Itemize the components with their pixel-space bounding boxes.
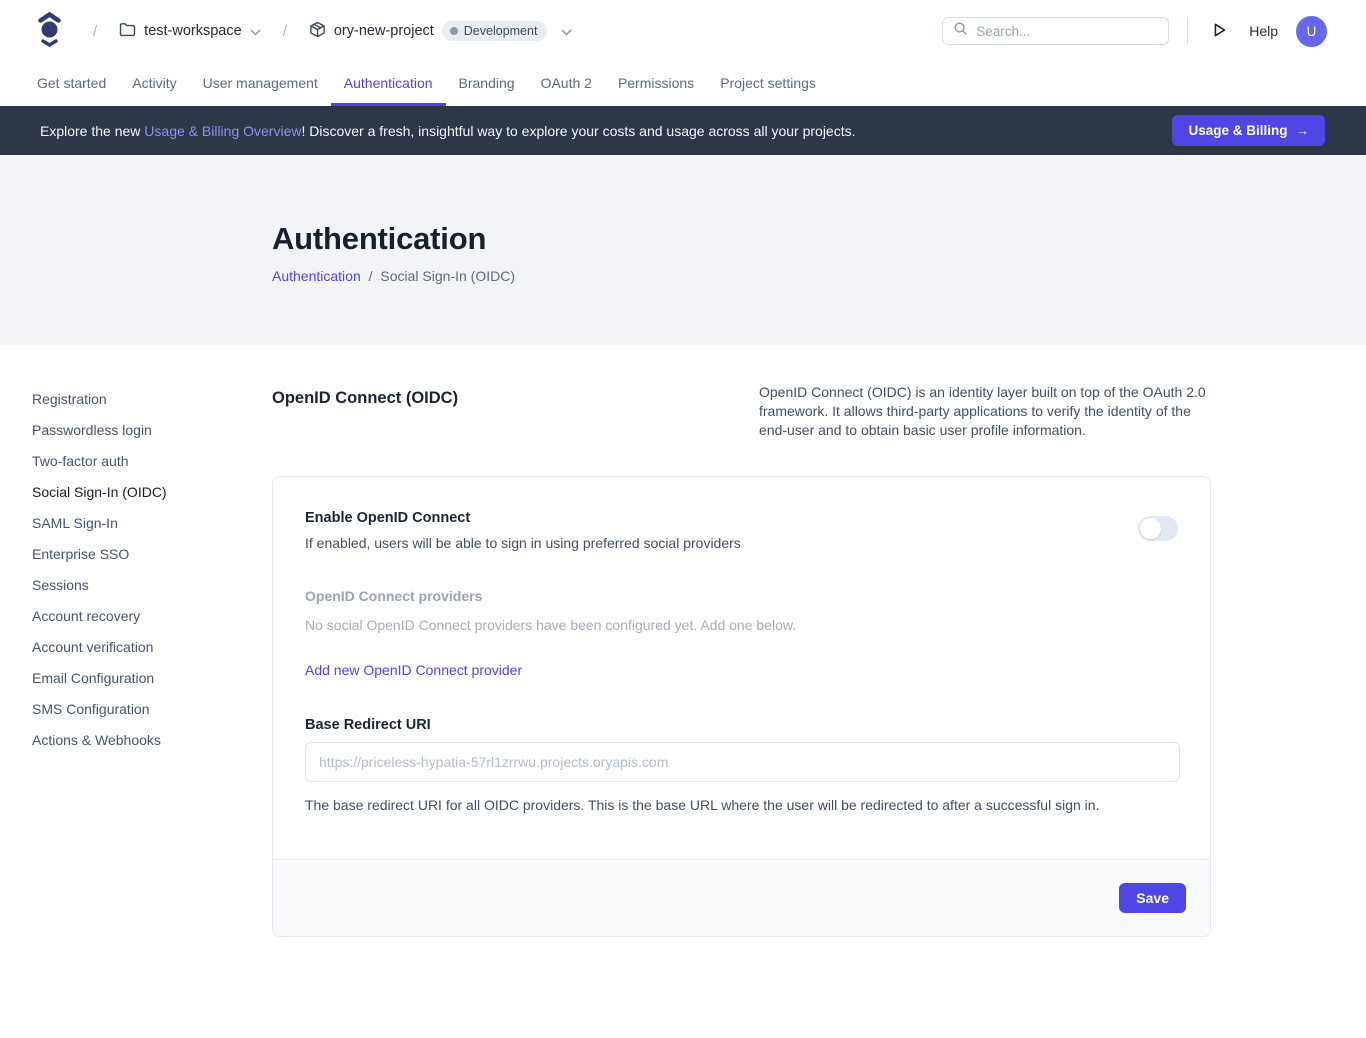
folder-icon [119, 22, 136, 40]
tab-authentication[interactable]: Authentication [331, 62, 446, 106]
environment-badge: Development [442, 21, 548, 41]
sidebar-item-sms-configuration[interactable]: SMS Configuration [32, 693, 272, 724]
enable-oidc-label: Enable OpenID Connect [305, 510, 741, 526]
toggle-knob [1140, 518, 1161, 539]
chevron-down-icon [250, 23, 261, 39]
sidebar-item-passwordless-login[interactable]: Passwordless login [32, 414, 272, 445]
help-link[interactable]: Help [1249, 23, 1278, 39]
announcement-banner: Explore the new Usage & Billing Overview… [0, 106, 1366, 155]
sidebar-item-actions-webhooks[interactable]: Actions & Webhooks [32, 724, 272, 755]
tab-project-settings[interactable]: Project settings [707, 62, 829, 106]
chevron-down-icon [561, 23, 572, 39]
main-panel: OpenID Connect (OIDC) OpenID Connect (OI… [272, 383, 1211, 937]
settings-sidebar: Registration Passwordless login Two-fact… [0, 383, 272, 937]
base-redirect-uri-input[interactable] [305, 742, 1180, 782]
enable-oidc-row: Enable OpenID Connect If enabled, users … [305, 510, 1178, 551]
save-button[interactable]: Save [1119, 883, 1186, 913]
banner-text: Explore the new Usage & Billing Overview… [40, 123, 856, 139]
project-nav: Get started Activity User management Aut… [0, 62, 1366, 106]
breadcrumb: Authentication / Social Sign-In (OIDC) [272, 268, 1366, 284]
header-divider [1187, 18, 1188, 44]
project-selector[interactable]: ory-new-project Development [309, 21, 573, 41]
banner-text-suffix: ! Discover a fresh, insightful way to ex… [301, 123, 855, 139]
tab-user-management[interactable]: User management [190, 62, 331, 106]
providers-label: OpenID Connect providers [305, 588, 1178, 604]
tab-branding[interactable]: Branding [446, 62, 528, 106]
usage-billing-button[interactable]: Usage & Billing → [1172, 115, 1325, 146]
banner-usage-billing-link[interactable]: Usage & Billing Overview [144, 123, 301, 139]
section-title: OpenID Connect (OIDC) [272, 383, 458, 408]
usage-billing-button-label: Usage & Billing [1188, 123, 1287, 138]
ory-logo-icon [36, 11, 63, 52]
sidebar-item-account-verification[interactable]: Account verification [32, 631, 272, 662]
tab-activity[interactable]: Activity [119, 62, 189, 106]
tab-oauth2[interactable]: OAuth 2 [528, 62, 605, 106]
breadcrumb-separator: / [85, 23, 105, 40]
sidebar-item-social-sign-in[interactable]: Social Sign-In (OIDC) [32, 476, 272, 507]
environment-dot-icon [450, 27, 458, 35]
environment-label: Development [464, 24, 538, 38]
avatar[interactable]: U [1296, 16, 1327, 47]
breadcrumb-current: Social Sign-In (OIDC) [380, 268, 515, 284]
workspace-name: test-workspace [144, 23, 242, 39]
top-header: / test-workspace / ory-new- [0, 0, 1366, 62]
page-title: Authentication [272, 221, 1366, 257]
tab-get-started[interactable]: Get started [24, 62, 119, 106]
providers-empty-text: No social OpenID Connect providers have … [305, 617, 1178, 633]
breadcrumb-separator: / [275, 23, 295, 40]
sidebar-item-sessions[interactable]: Sessions [32, 569, 272, 600]
project-name: ory-new-project [334, 23, 434, 39]
sidebar-item-saml-sign-in[interactable]: SAML Sign-In [32, 507, 272, 538]
arrow-right-icon: → [1296, 123, 1310, 138]
ory-logo[interactable] [36, 11, 63, 52]
search-icon [953, 21, 968, 41]
breadcrumb-authentication-link[interactable]: Authentication [272, 268, 361, 284]
search-input[interactable] [976, 24, 1158, 39]
playground-button[interactable] [1208, 18, 1231, 45]
package-icon [309, 21, 326, 41]
tab-permissions[interactable]: Permissions [605, 62, 707, 106]
sidebar-item-registration[interactable]: Registration [32, 383, 272, 414]
enable-oidc-toggle[interactable] [1138, 516, 1178, 541]
card-footer: Save [273, 859, 1210, 936]
banner-text-prefix: Explore the new [40, 123, 144, 139]
workspace-selector[interactable]: test-workspace [119, 22, 261, 40]
base-redirect-uri-helper: The base redirect URI for all OIDC provi… [305, 797, 1178, 813]
sidebar-item-enterprise-sso[interactable]: Enterprise SSO [32, 538, 272, 569]
play-icon [1212, 22, 1227, 41]
base-redirect-uri-label: Base Redirect URI [305, 717, 1178, 733]
section-description: OpenID Connect (OIDC) is an identity lay… [759, 383, 1211, 440]
sidebar-item-account-recovery[interactable]: Account recovery [32, 600, 272, 631]
section-header: OpenID Connect (OIDC) OpenID Connect (OI… [272, 383, 1211, 440]
sidebar-item-email-configuration[interactable]: Email Configuration [32, 662, 272, 693]
search-box[interactable] [942, 17, 1169, 45]
content-area: Registration Passwordless login Two-fact… [0, 345, 1366, 937]
page-hero: Authentication Authentication / Social S… [0, 155, 1366, 345]
oidc-settings-card: Enable OpenID Connect If enabled, users … [272, 476, 1211, 937]
enable-oidc-description: If enabled, users will be able to sign i… [305, 535, 741, 551]
sidebar-item-two-factor-auth[interactable]: Two-factor auth [32, 445, 272, 476]
add-provider-link[interactable]: Add new OpenID Connect provider [305, 662, 522, 678]
breadcrumb-separator: / [365, 268, 377, 284]
